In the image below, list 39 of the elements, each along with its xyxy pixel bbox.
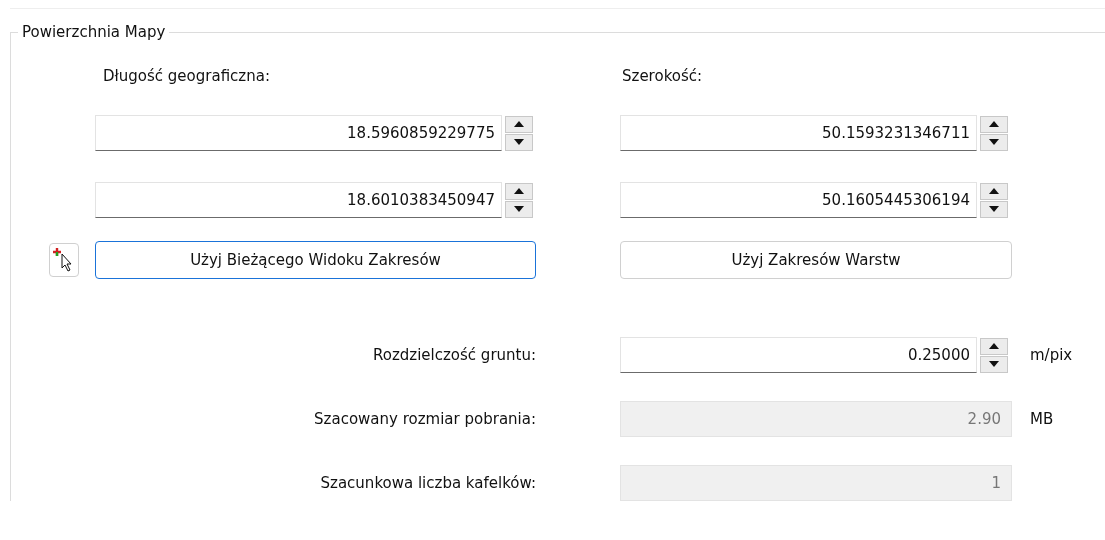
group-title: Powierzchnia Mapy	[21, 23, 167, 41]
spin-up-button[interactable]	[505, 115, 533, 133]
column-label: Długość geograficzna:	[102, 67, 271, 85]
plus-cursor-icon	[53, 248, 75, 272]
up-triangle-icon	[989, 188, 999, 194]
unit-label: MB	[1030, 410, 1055, 428]
field-label: Rozdzielczość gruntu:	[372, 346, 536, 364]
spin-up-button[interactable]	[505, 182, 533, 200]
down-triangle-icon	[989, 361, 999, 367]
up-triangle-icon	[989, 121, 999, 127]
down-triangle-icon	[514, 206, 524, 212]
spin-up-button[interactable]	[980, 182, 1008, 200]
number-field[interactable]: 0.25000	[620, 337, 977, 373]
number-field[interactable]: 18.5960859229775	[95, 115, 502, 151]
spin-up-button[interactable]	[980, 337, 1008, 355]
field-label: Szacunkowa liczba kafelków:	[320, 474, 536, 492]
spin-down-button[interactable]	[505, 133, 533, 151]
readonly-field: 2.90	[620, 401, 1012, 437]
up-triangle-icon	[514, 188, 524, 194]
extent-button[interactable]: Użyj Zakresów Warstw	[620, 241, 1012, 279]
down-triangle-icon	[989, 139, 999, 145]
down-triangle-icon	[989, 206, 999, 212]
number-field[interactable]: 50.1593231346711	[620, 115, 977, 151]
readonly-field: 1	[620, 465, 1012, 501]
column-label: Szerokość:	[621, 67, 704, 85]
up-triangle-icon	[514, 121, 524, 127]
unit-label: m/pix	[1030, 346, 1074, 364]
field-label: Szacowany rozmiar pobrania:	[314, 410, 536, 428]
number-field[interactable]: 18.6010383450947	[95, 182, 502, 218]
extent-button[interactable]: Użyj Bieżącego Widoku Zakresów	[95, 241, 536, 279]
spin-up-button[interactable]	[980, 115, 1008, 133]
capture-button[interactable]	[49, 243, 79, 277]
spin-down-button[interactable]	[980, 200, 1008, 218]
spin-down-button[interactable]	[505, 200, 533, 218]
down-triangle-icon	[514, 139, 524, 145]
up-triangle-icon	[989, 343, 999, 349]
spin-down-button[interactable]	[980, 133, 1008, 151]
number-field[interactable]: 50.1605445306194	[620, 182, 977, 218]
spin-down-button[interactable]	[980, 355, 1008, 373]
